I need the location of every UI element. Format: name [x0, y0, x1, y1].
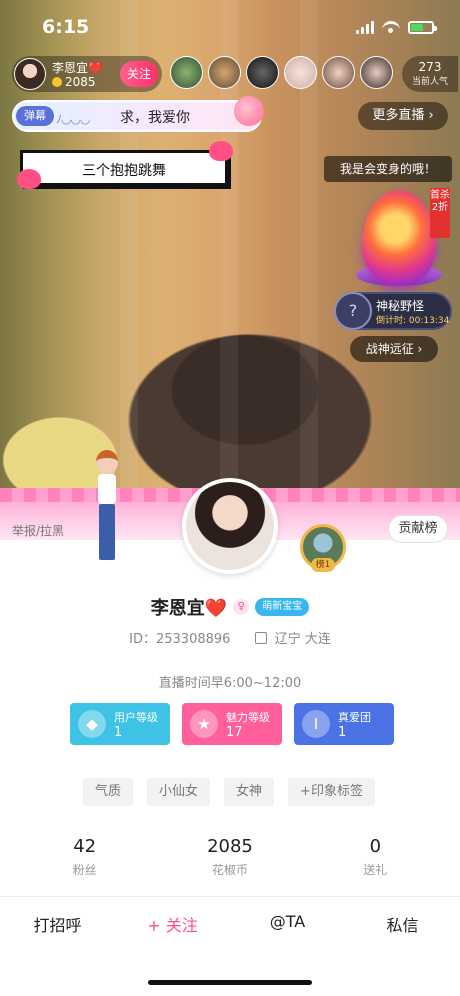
stat-value: 2085 [207, 836, 253, 857]
more-live-button[interactable]: 更多直播 › [358, 102, 448, 130]
divider [0, 896, 460, 897]
report-block-link[interactable]: 举报/拉黑 [12, 522, 64, 539]
popularity-value: 273 [418, 60, 442, 74]
screen: 6:15 李恩宜❤️ 2085 关注 273 当前人气 弹幕 ﾉ◡◡◡ 求，我爱… [0, 0, 460, 996]
newbie-badge: 萌新宝宝 [255, 598, 310, 616]
wifi-icon [382, 20, 400, 34]
coins-stat[interactable]: 2085 花椒币 [170, 836, 290, 878]
viewer-avatar[interactable] [284, 56, 317, 89]
charm-level-card[interactable]: ★ 魅力等级 17 [182, 703, 282, 745]
coin-icon [52, 77, 62, 87]
profile-avatar[interactable] [182, 478, 278, 574]
stat-label: 花椒币 [211, 863, 248, 877]
mention-button[interactable]: @TA [238, 912, 338, 936]
level-value: 17 [226, 725, 243, 740]
level-title: 真爱团 [338, 711, 371, 724]
viewer-avatar[interactable] [246, 56, 279, 89]
heart-icon [209, 141, 233, 161]
viewer-avatar[interactable] [170, 56, 203, 89]
host-name: 李恩宜❤️ [52, 61, 103, 75]
mystery-timer: 倒计时: 00:13:34 [376, 316, 450, 326]
host-coins: 2085 [52, 75, 96, 89]
host-info[interactable]: 李恩宜❤️ 2085 关注 [12, 56, 162, 92]
popularity-box[interactable]: 273 当前人气 [402, 56, 458, 92]
status-time: 6:15 [42, 16, 90, 38]
stat-label: 粉丝 [72, 863, 97, 877]
signal-icon [356, 20, 374, 34]
question-icon: ? [334, 292, 372, 330]
battery-icon [408, 20, 437, 34]
heart-icon [234, 96, 264, 126]
comment-text: 求，我爱你 [120, 110, 190, 126]
follow-profile-button[interactable]: + 关注 [123, 912, 223, 936]
popularity-label: 当前人气 [411, 77, 448, 87]
home-indicator[interactable] [148, 980, 312, 985]
stat-value: 42 [73, 836, 97, 857]
avatar-doll-icon[interactable] [92, 450, 122, 566]
transform-notice: 我是会变身的哦！ [324, 156, 452, 182]
contribution-rank-button[interactable]: 贡献榜 [388, 515, 448, 543]
stat-value: 0 [369, 836, 382, 857]
level-value: 1 [338, 725, 347, 740]
follow-button[interactable]: 关注 [120, 61, 158, 87]
mystery-monster[interactable]: ? 神秘野怪 倒计时: 00:13:34 [334, 292, 452, 330]
mystery-title: 神秘野怪 [376, 299, 425, 313]
level-title: 用户等级 [114, 711, 158, 724]
level-title: 魅力等级 [226, 711, 270, 724]
viewer-avatar[interactable] [322, 56, 355, 89]
viewer-avatar[interactable] [208, 56, 241, 89]
cloud-deco-icon: ﾉ◡◡◡ [56, 112, 90, 126]
impression-tag[interactable]: 小仙女 [147, 778, 211, 806]
status-bar: 6:15 [0, 0, 460, 50]
diamond-icon: ◆ [78, 710, 106, 738]
level-value: 1 [114, 725, 123, 740]
user-id: ID：253308896 [129, 632, 231, 647]
expedition-button[interactable]: 战神远征 › [350, 336, 438, 362]
viewer-list [170, 56, 393, 89]
rank-label: 榜1 [311, 558, 335, 572]
impression-tags: 气质 小仙女 女神 +印象标签 [83, 778, 375, 806]
stat-label: 送礼 [363, 863, 388, 877]
barrage-tag: 弹幕 [16, 106, 54, 126]
impression-tag[interactable]: 女神 [224, 778, 275, 806]
female-icon: ♀ [233, 599, 250, 615]
greet-button[interactable]: 打招呼 [8, 912, 108, 936]
star-icon: ★ [190, 710, 218, 738]
bubble-text: 三个抱抱跳舞 [82, 163, 166, 179]
user-level-card[interactable]: ◆ 用户等级 1 [70, 703, 170, 745]
barrage-comment: 弹幕 ﾉ◡◡◡ 求，我爱你 [12, 96, 264, 132]
location: 辽宁 大连 [274, 632, 331, 647]
pixel-chat-bubble: 三个抱抱跳舞 [17, 141, 233, 189]
wings-icon: I [302, 710, 330, 738]
impression-tag[interactable]: 气质 [83, 778, 134, 806]
live-schedule: 直播时间早6:00~12:00 [158, 676, 302, 691]
action-bar: 打招呼 + 关注 @TA 私信 [0, 912, 460, 936]
heart-icon [17, 169, 41, 189]
fans-stat[interactable]: 42 粉丝 [25, 836, 145, 878]
profile-stats: 42 粉丝 2085 花椒币 0 送礼 [0, 836, 460, 878]
level-cards: ◆ 用户等级 1 ★ 魅力等级 17 I 真爱团 1 [70, 703, 394, 745]
id-location-row: ID：253308896 辽宁 大连 [0, 628, 460, 647]
fan-club-card[interactable]: I 真爱团 1 [294, 703, 394, 745]
viewer-avatar[interactable] [360, 56, 393, 89]
add-impression-tag-button[interactable]: +印象标签 [288, 778, 375, 806]
host-avatar[interactable] [14, 58, 46, 90]
discount-badge: 首杀2折 [430, 188, 450, 238]
gifts-stat[interactable]: 0 送礼 [315, 836, 435, 878]
profile-name: 李恩宜❤️ [150, 598, 228, 619]
message-button[interactable]: 私信 [353, 912, 453, 936]
building-icon [254, 632, 267, 644]
profile-name-row: 李恩宜❤️ ♀ 萌新宝宝 [0, 594, 460, 620]
